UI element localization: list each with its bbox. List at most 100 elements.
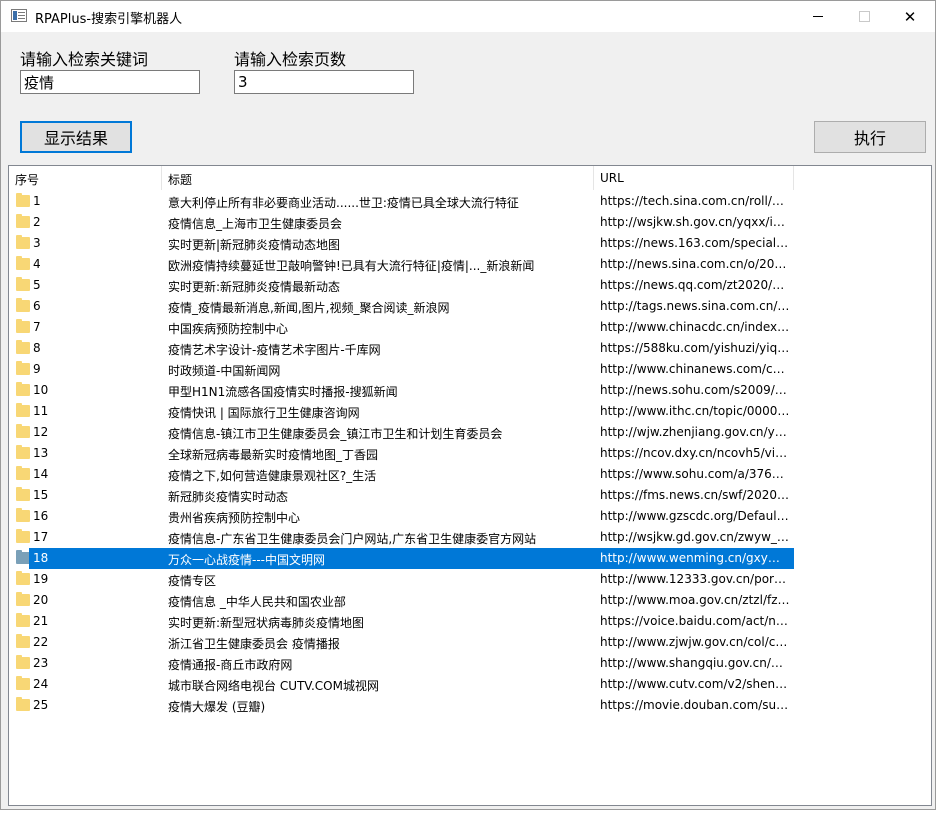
table-row[interactable]: 20 疫情信息 _中华人民共和国农业部 http://www.moa.gov.cn/… bbox=[9, 590, 795, 611]
row-url: http://www.shangqiu.gov.cn/C... bbox=[600, 656, 790, 670]
table-row[interactable]: 17 疫情信息-广东省卫生健康委员会门户网站,广东省卫生健康委官方网站 http:/… bbox=[9, 527, 795, 548]
row-index: 20 bbox=[33, 593, 49, 607]
table-row[interactable]: 3 实时更新|新冠肺炎疫情动态地图 https://news.163.com/spe… bbox=[9, 233, 795, 254]
row-index: 21 bbox=[33, 614, 49, 628]
keyword-label: 请输入检索关键词 bbox=[20, 50, 149, 69]
table-row[interactable]: 16 贵州省疾病预防控制中心 http://www.gzscdc.org/Defau… bbox=[9, 506, 795, 527]
row-index: 16 bbox=[33, 509, 49, 523]
row-title: 万众一心战疫情---中国文明网 bbox=[168, 553, 325, 567]
folder-icon bbox=[16, 676, 30, 690]
row-index: 22 bbox=[33, 635, 49, 649]
row-index: 10 bbox=[33, 383, 49, 397]
row-url: https://voice.baidu.com/act/ne... bbox=[600, 614, 790, 628]
table-row[interactable]: 24 城市联合网络电视台 CUTV.COM城视网 http://www.cutv.c… bbox=[9, 674, 795, 695]
row-url: http://news.sohu.com/s2009/2... bbox=[600, 383, 790, 397]
row-index: 18 bbox=[33, 551, 49, 565]
row-url: https://fms.news.cn/swf/2020_sj... bbox=[600, 488, 790, 502]
folder-icon bbox=[16, 634, 30, 648]
row-index: 6 bbox=[33, 299, 41, 313]
row-url: http://www.gzscdc.org/Default.... bbox=[600, 509, 790, 523]
close-button[interactable]: ✕ bbox=[887, 1, 933, 32]
folder-icon bbox=[16, 277, 30, 291]
row-title: 欧洲疫情持续蔓延世卫敲响警钟!已具有大流行特征|疫情|..._新浪新闻 bbox=[168, 259, 535, 273]
keyword-input[interactable] bbox=[20, 70, 200, 94]
table-row[interactable]: 5 实时更新:新冠肺炎疫情最新动态 https://news.qq.com/zt20… bbox=[9, 275, 795, 296]
row-cells: 25 疫情大爆发 (豆瓣) https://movie.douban.com/sub… bbox=[29, 695, 794, 716]
table-row[interactable]: 23 疫情通报-商丘市政府网 http://www.shangqiu.gov.cn/… bbox=[9, 653, 795, 674]
table-row[interactable]: 9 时政频道-中国新闻网 http://www.chinanews.com/chi.… bbox=[9, 359, 795, 380]
folder-icon bbox=[16, 340, 30, 354]
row-url: http://www.zjwjw.gov.cn/col/co... bbox=[600, 635, 790, 649]
row-url: https://ncov.dxy.cn/ncovh5/vie... bbox=[600, 446, 790, 460]
table-row[interactable]: 18 万众一心战疫情---中国文明网 http://www.wenming.cn/g… bbox=[9, 548, 795, 569]
folder-icon bbox=[16, 508, 30, 522]
row-cells: 15 新冠肺炎疫情实时动态 https://fms.news.cn/swf/2020… bbox=[29, 485, 794, 506]
table-row[interactable]: 7 中国疾病预防控制中心 http://www.chinacdc.cn/index.… bbox=[9, 317, 795, 338]
row-title: 疫情之下,如何营造健康景观社区?_生活 bbox=[168, 469, 377, 483]
row-title: 疫情通报-商丘市政府网 bbox=[168, 658, 293, 672]
row-index: 25 bbox=[33, 698, 49, 712]
app-window-icon bbox=[11, 9, 27, 22]
row-cells: 5 实时更新:新冠肺炎疫情最新动态 https://news.qq.com/zt20… bbox=[29, 275, 794, 296]
row-title: 疫情快讯 | 国际旅行卫生健康咨询网 bbox=[168, 406, 360, 420]
row-cells: 16 贵州省疾病预防控制中心 http://www.gzscdc.org/Defau… bbox=[29, 506, 794, 527]
pages-input[interactable] bbox=[234, 70, 414, 94]
row-index: 11 bbox=[33, 404, 49, 418]
minimize-button[interactable] bbox=[795, 1, 841, 32]
table-row[interactable]: 6 疫情_疫情最新消息,新闻,图片,视频_聚合阅读_新浪网 http://tags.… bbox=[9, 296, 795, 317]
folder-icon bbox=[16, 424, 30, 438]
row-index: 3 bbox=[33, 236, 41, 250]
results-table[interactable]: 序号 标题 URL 1 意大利停止所有非必要商业活动......世卫:疫情已具全球… bbox=[8, 165, 932, 806]
table-row[interactable]: 11 疫情快讯 | 国际旅行卫生健康咨询网 http://www.ithc.cn/t… bbox=[9, 401, 795, 422]
folder-icon bbox=[16, 235, 30, 249]
row-url: http://www.wenming.cn/gxym/... bbox=[600, 551, 790, 565]
column-header-url[interactable]: URL bbox=[594, 166, 794, 190]
table-row[interactable]: 22 浙江省卫生健康委员会 疫情播报 http://www.zjwjw.gov.cn… bbox=[9, 632, 795, 653]
row-url: https://tech.sina.com.cn/roll/20... bbox=[600, 194, 790, 208]
maximize-button[interactable] bbox=[841, 1, 887, 32]
column-header-title[interactable]: 标题 bbox=[162, 166, 594, 190]
row-url: http://wjw.zhenjiang.gov.cn/yw... bbox=[600, 425, 790, 439]
table-row[interactable]: 1 意大利停止所有非必要商业活动......世卫:疫情已具全球大流行特征 https… bbox=[9, 191, 795, 212]
table-row[interactable]: 8 疫情艺术字设计-疫情艺术字图片-千库网 https://588ku.com/yi… bbox=[9, 338, 795, 359]
table-row[interactable]: 25 疫情大爆发 (豆瓣) https://movie.douban.com/sub… bbox=[9, 695, 795, 716]
row-url: http://www.chinanews.com/chi... bbox=[600, 362, 790, 376]
row-cells: 18 万众一心战疫情---中国文明网 http://www.wenming.cn/g… bbox=[29, 548, 794, 569]
row-cells: 21 实时更新:新型冠状病毒肺炎疫情地图 https://voice.baidu.c… bbox=[29, 611, 794, 632]
folder-icon bbox=[16, 403, 30, 417]
folder-icon bbox=[16, 487, 30, 501]
show-results-button[interactable]: 显示结果 bbox=[20, 121, 132, 153]
row-index: 7 bbox=[33, 320, 41, 334]
table-row[interactable]: 15 新冠肺炎疫情实时动态 https://fms.news.cn/swf/2020… bbox=[9, 485, 795, 506]
row-cells: 19 疫情专区 http://www.12333.gov.cn/porta... bbox=[29, 569, 794, 590]
row-cells: 3 实时更新|新冠肺炎疫情动态地图 https://news.163.com/spe… bbox=[29, 233, 794, 254]
table-row[interactable]: 2 疫情信息_上海市卫生健康委员会 http://wsjkw.sh.gov.cn/y… bbox=[9, 212, 795, 233]
table-row[interactable]: 12 疫情信息-镇江市卫生健康委员会_镇江市卫生和计划生育委员会 http://wj… bbox=[9, 422, 795, 443]
row-title: 城市联合网络电视台 CUTV.COM城视网 bbox=[168, 679, 379, 693]
row-index: 13 bbox=[33, 446, 49, 460]
folder-icon bbox=[16, 319, 30, 333]
table-row[interactable]: 13 全球新冠病毒最新实时疫情地图_丁香园 https://ncov.dxy.cn/… bbox=[9, 443, 795, 464]
app-window: RPAPlus-搜索引擎机器人 ✕ 请输入检索关键词 请输入检索页数 显示结果 … bbox=[0, 0, 936, 810]
row-cells: 11 疫情快讯 | 国际旅行卫生健康咨询网 http://www.ithc.cn/t… bbox=[29, 401, 794, 422]
folder-icon bbox=[16, 592, 30, 606]
row-url: https://588ku.com/yishuzi/yiqi... bbox=[600, 341, 790, 355]
folder-icon bbox=[16, 466, 30, 480]
row-index: 19 bbox=[33, 572, 49, 586]
row-cells: 22 浙江省卫生健康委员会 疫情播报 http://www.zjwjw.gov.cn… bbox=[29, 632, 794, 653]
folder-icon bbox=[16, 571, 30, 585]
title-bar: RPAPlus-搜索引擎机器人 ✕ bbox=[1, 1, 935, 32]
column-header-index[interactable]: 序号 bbox=[9, 166, 162, 190]
table-row[interactable]: 19 疫情专区 http://www.12333.gov.cn/porta... bbox=[9, 569, 795, 590]
row-cells: 8 疫情艺术字设计-疫情艺术字图片-千库网 https://588ku.com/yi… bbox=[29, 338, 794, 359]
row-url: http://www.chinacdc.cn/index.h... bbox=[600, 320, 790, 334]
minimize-icon bbox=[813, 16, 823, 17]
row-cells: 20 疫情信息 _中华人民共和国农业部 http://www.moa.gov.cn/… bbox=[29, 590, 794, 611]
run-button[interactable]: 执行 bbox=[814, 121, 926, 153]
row-title: 甲型H1N1流感各国疫情实时播报-搜狐新闻 bbox=[168, 385, 398, 399]
table-row[interactable]: 4 欧洲疫情持续蔓延世卫敲响警钟!已具有大流行特征|疫情|..._新浪新闻 http… bbox=[9, 254, 795, 275]
table-row[interactable]: 10 甲型H1N1流感各国疫情实时播报-搜狐新闻 http://news.sohu.… bbox=[9, 380, 795, 401]
table-row[interactable]: 21 实时更新:新型冠状病毒肺炎疫情地图 https://voice.baidu.c… bbox=[9, 611, 795, 632]
row-index: 5 bbox=[33, 278, 41, 292]
table-row[interactable]: 14 疫情之下,如何营造健康景观社区?_生活 https://www.sohu.co… bbox=[9, 464, 795, 485]
